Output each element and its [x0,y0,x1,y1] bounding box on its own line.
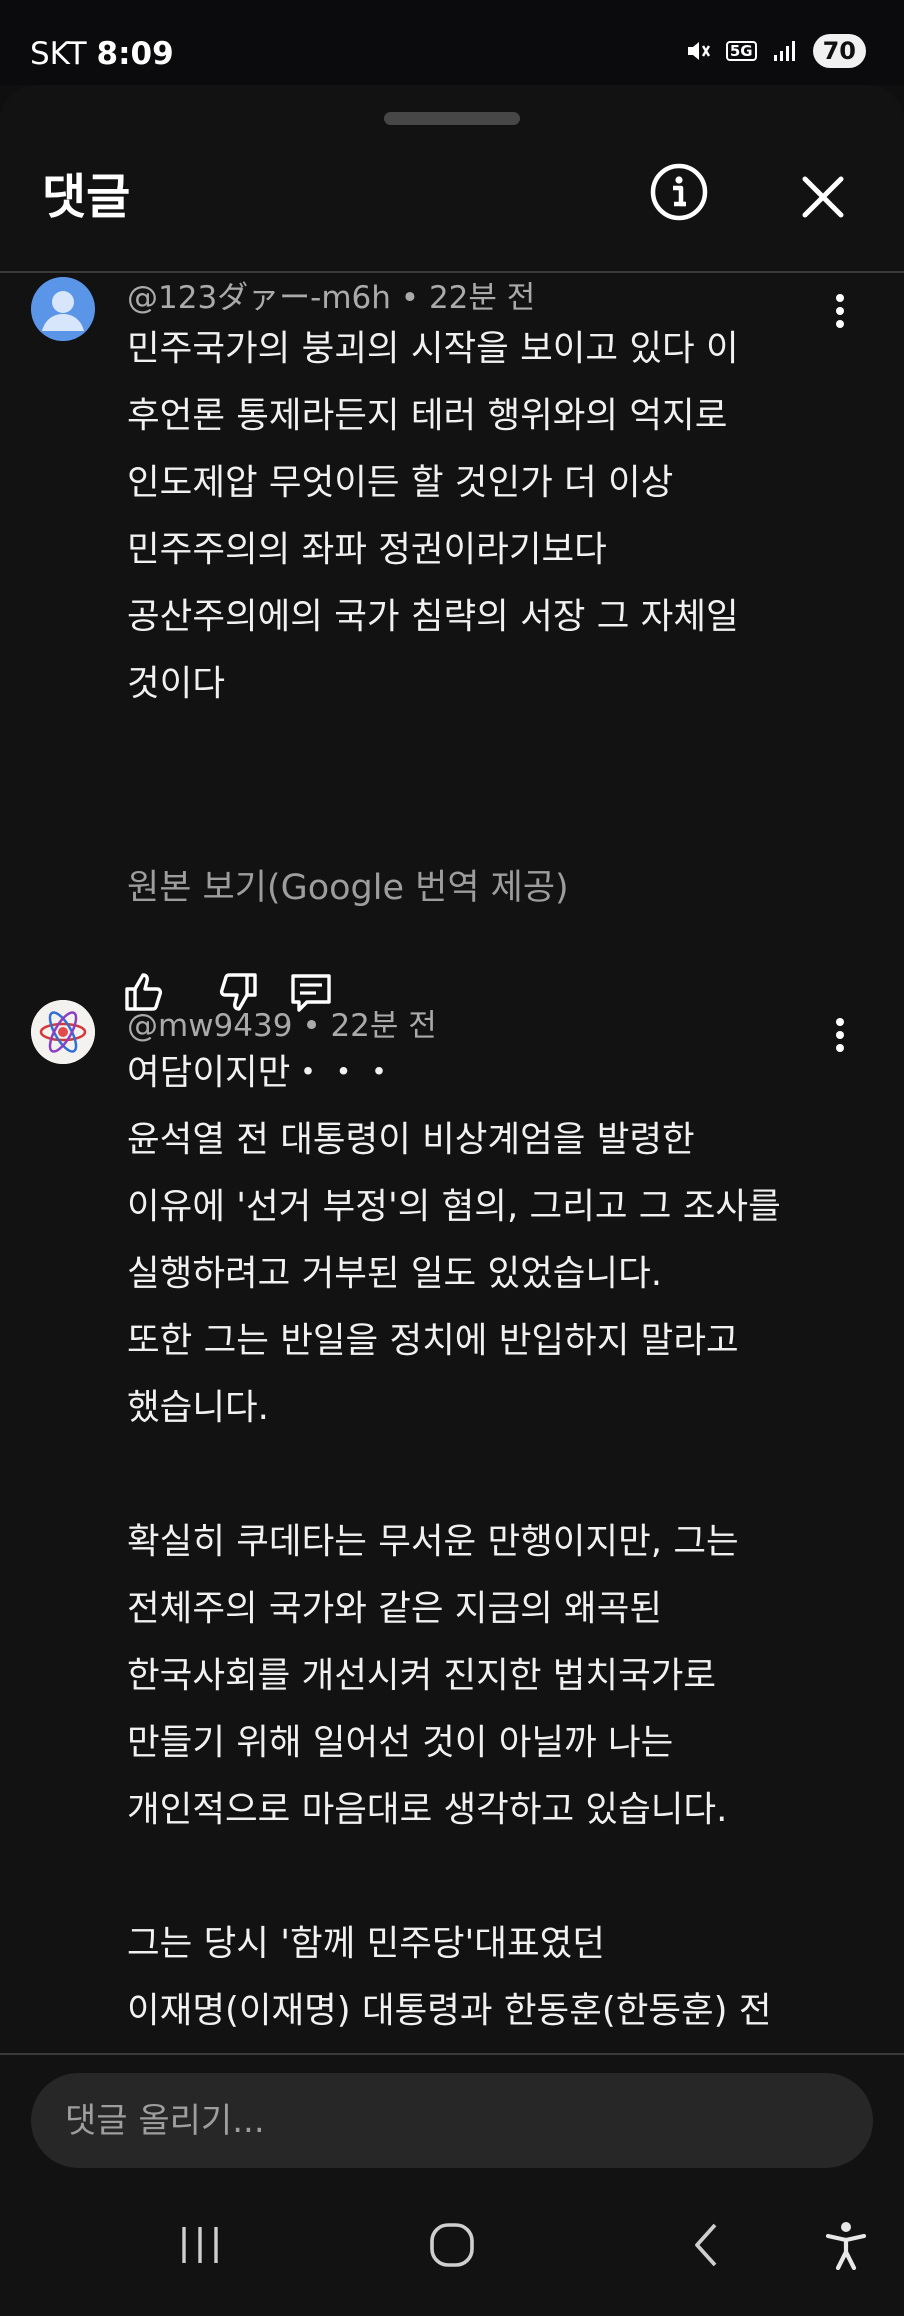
home-button[interactable] [412,2210,492,2280]
comments-sheet: 댓글 @123ダァー-m6h • 22분 전 민주국가의 붕괴의 시작을 보이고… [0,85,904,2316]
comment-composer[interactable] [31,2073,873,2168]
atom-avatar-icon [31,1000,95,1064]
battery-icon: 70 [812,34,866,68]
comment-text: 민주국가의 붕괴의 시작을 보이고 있다 이 후언론 통제라든지 테러 행위와의… [127,328,739,704]
home-icon [430,2223,474,2267]
recent-apps-button[interactable] [160,2210,240,2280]
default-avatar-icon [31,277,95,341]
network-label: 5G [725,41,757,61]
system-nav-bar [0,2180,904,2316]
more-vert-icon [836,1018,844,1052]
network-5g-icon: 5G [725,41,757,61]
composer-divider [0,2053,904,2055]
comment-text: 여담이지만・・・ 윤석열 전 대통령이 비상계엄을 발령한 이유에 '선거 부정… [127,1052,781,2031]
status-icons: 5G 70 [684,34,866,68]
info-button[interactable] [641,154,717,230]
back-icon [695,2223,717,2267]
clock: 8:09 [96,36,174,72]
mute-icon [687,42,710,60]
close-button[interactable] [785,159,861,235]
comment-time: 22분 전 [428,280,536,316]
signal-icon [773,41,795,61]
show-original-link[interactable]: 원본 보기(Google 번역 제공) [127,859,569,910]
avatar[interactable] [31,277,95,341]
info-icon [650,163,708,221]
back-button[interactable] [666,2210,746,2280]
carrier-label: SKT [30,36,87,72]
meta-separator: • [400,280,429,316]
close-icon [802,176,844,218]
comment-meta: @123ダァー-m6h • 22분 전 [127,273,535,317]
comment-input[interactable] [65,2100,873,2141]
comment-list[interactable]: @123ダァー-m6h • 22분 전 민주국가의 붕괴의 시작을 보이고 있다… [0,273,904,2138]
more-vert-icon [836,294,844,328]
accessibility-icon [825,2222,867,2270]
recent-apps-icon [182,2227,218,2263]
sheet-title: 댓글 [42,169,131,225]
avatar[interactable] [31,1000,95,1064]
status-carrier: SKT 8:09 [30,36,174,72]
status-bar: SKT 8:09 5G 70 [0,0,904,85]
comment-author[interactable]: @123ダァー-m6h [127,280,391,316]
drag-handle[interactable] [384,112,520,125]
accessibility-button[interactable] [806,2210,886,2280]
